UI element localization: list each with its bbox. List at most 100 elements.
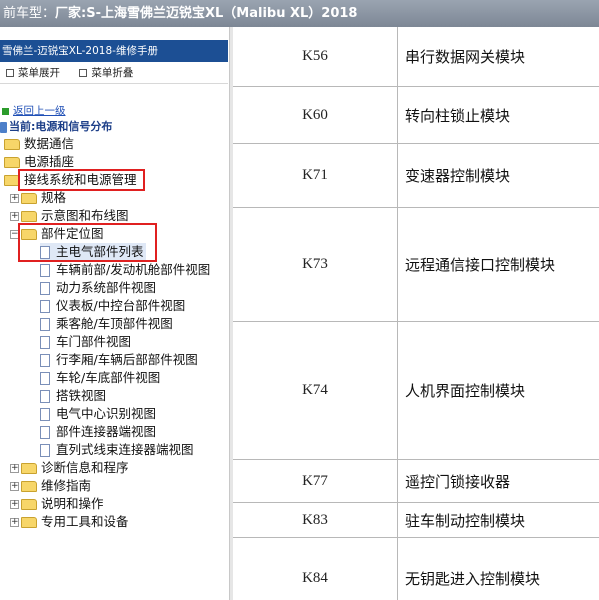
- component-name: 变速器控制模块: [405, 167, 511, 185]
- expand-plus-icon[interactable]: +: [10, 518, 19, 527]
- tree-item-powertrain-views[interactable]: 动力系统部件视图: [40, 279, 156, 297]
- tree-item-ground-views[interactable]: 搭铁视图: [40, 387, 106, 405]
- tree-item-connector-end-views[interactable]: 部件连接器端视图: [40, 423, 156, 441]
- document-icon: [40, 246, 50, 259]
- navigation-sidebar: 雪佛兰-迈锐宝XL-2018-维修手册 菜单展开 菜单折叠 返回上一级 当前:电…: [0, 40, 228, 600]
- tree-item-wheel-underbody-views[interactable]: 车轮/车底部件视图: [40, 369, 160, 387]
- tree-item-wiring-power-management[interactable]: 接线系统和电源管理: [4, 171, 137, 189]
- component-name: 驻车制动控制模块: [405, 511, 526, 530]
- back-link-label: 返回上一级: [13, 105, 66, 117]
- component-code: K77: [233, 460, 398, 502]
- document-icon: [40, 336, 50, 349]
- table-row: K73 远程通信接口控制模块: [233, 208, 599, 322]
- tree-item-trunk-rear-views[interactable]: 行李厢/车辆后部部件视图: [40, 351, 198, 369]
- tree-item-label: 维修指南: [41, 478, 92, 493]
- tree-item-special-tools[interactable]: + 专用工具和设备: [10, 513, 129, 531]
- vehicle-value: 厂家:S-上海雪佛兰迈锐宝XL（Malibu XL）2018: [55, 6, 358, 21]
- tree-item-label: 仪表板/中控台部件视图: [56, 298, 186, 313]
- component-code: K74: [233, 322, 398, 459]
- arrow-up-icon: [2, 107, 9, 115]
- expand-plus-icon[interactable]: +: [10, 500, 19, 509]
- tree-item-label: 行李厢/车辆后部部件视图: [56, 352, 198, 367]
- folder-icon: [21, 499, 37, 510]
- table-row: K60 转向柱锁止模块: [233, 87, 599, 144]
- expand-plus-icon[interactable]: +: [10, 482, 19, 491]
- tree-item-label: 动力系统部件视图: [56, 280, 157, 295]
- document-icon: [40, 426, 50, 439]
- table-row: K77 遥控门锁接收器: [233, 460, 599, 503]
- document-icon: [40, 390, 50, 403]
- expand-menu-button[interactable]: 菜单展开: [6, 67, 68, 79]
- expand-menu-label: 菜单展开: [18, 67, 60, 79]
- table-row: K71 变速器控制模块: [233, 144, 599, 208]
- tree-item-label: 专用工具和设备: [41, 514, 129, 529]
- collapse-minus-icon[interactable]: −: [10, 230, 19, 239]
- tree-item-label: 乘客舱/车顶部件视图: [56, 316, 173, 331]
- component-name: 串行数据网关模块: [405, 48, 526, 66]
- document-icon: [40, 264, 50, 277]
- tree-item-schematics[interactable]: + 示意图和布线图: [10, 207, 129, 225]
- tree-item-electrical-center-views[interactable]: 电气中心识别视图: [40, 405, 156, 423]
- tree-item-description-operation[interactable]: + 说明和操作: [10, 495, 104, 513]
- tree-item-label: 部件定位图: [41, 226, 104, 241]
- expand-plus-icon[interactable]: +: [10, 212, 19, 221]
- tree-item-repair-guide[interactable]: + 维修指南: [10, 477, 91, 495]
- folder-open-icon: [21, 229, 37, 240]
- component-table: K56 串行数据网关模块 K60 转向柱锁止模块 K71 变速器控制模块 K73…: [233, 27, 599, 600]
- document-icon: [40, 318, 50, 331]
- book-icon: [0, 121, 7, 133]
- tree-item-instrument-panel-views[interactable]: 仪表板/中控台部件视图: [40, 297, 185, 315]
- tree-item-diagnostics[interactable]: + 诊断信息和程序: [10, 459, 129, 477]
- vehicle-title-bar: 前车型：厂家:S-上海雪佛兰迈锐宝XL（Malibu XL）2018: [0, 0, 599, 27]
- tree-item-label: 车辆前部/发动机舱部件视图: [56, 262, 211, 277]
- tree-item-label: 电源插座: [24, 154, 75, 169]
- document-icon: [40, 444, 50, 457]
- current-location-label: 当前:电源和信号分布: [9, 120, 113, 133]
- component-code: K71: [233, 144, 398, 207]
- component-code: K83: [233, 503, 398, 537]
- tree-item-label: 接线系统和电源管理: [24, 172, 137, 187]
- collapse-menu-label: 菜单折叠: [91, 67, 134, 79]
- document-icon: [40, 300, 50, 313]
- tree-item-front-engine-views[interactable]: 车辆前部/发动机舱部件视图: [40, 261, 210, 279]
- tree-item-label: 规格: [41, 190, 67, 205]
- vehicle-label: 前车型：: [3, 6, 56, 21]
- tree-item-data-communication[interactable]: 数据通信: [4, 135, 74, 153]
- collapse-menu-button[interactable]: 菜单折叠: [79, 67, 141, 79]
- tree-item-power-outlets[interactable]: 电源插座: [4, 153, 74, 171]
- tree-item-label: 电气中心识别视图: [56, 406, 157, 421]
- manual-header: 雪佛兰-迈锐宝XL-2018-维修手册: [0, 40, 228, 62]
- table-row: K84 无钥匙进入控制模块: [233, 538, 599, 600]
- tree-item-component-locator[interactable]: − 部件定位图: [10, 225, 104, 243]
- tree-item-label: 诊断信息和程序: [41, 460, 129, 475]
- tree-item-label: 搭铁视图: [56, 388, 107, 403]
- folder-icon: [21, 193, 37, 204]
- back-link[interactable]: 返回上一级: [2, 103, 66, 118]
- expand-plus-icon[interactable]: +: [10, 464, 19, 473]
- tree-item-label: 车门部件视图: [56, 334, 132, 349]
- tree-item-label: 部件连接器端视图: [56, 424, 157, 439]
- tree-item-door-views[interactable]: 车门部件视图: [40, 333, 131, 351]
- folder-icon: [21, 211, 37, 222]
- folder-icon: [21, 481, 37, 492]
- tree-item-master-component-list[interactable]: 主电气部件列表: [40, 243, 146, 261]
- table-row: K83 驻车制动控制模块: [233, 503, 599, 538]
- component-name: 无钥匙进入控制模块: [405, 569, 541, 588]
- tree-item-inline-connector-views[interactable]: 直列式线束连接器端视图: [40, 441, 194, 459]
- component-code: K73: [233, 208, 398, 321]
- tree-item-passenger-roof-views[interactable]: 乘客舱/车顶部件视图: [40, 315, 173, 333]
- tree-item-label: 数据通信: [24, 136, 75, 151]
- component-name: 远程通信接口控制模块: [405, 256, 556, 274]
- document-icon: [40, 372, 50, 385]
- component-name: 转向柱锁止模块: [405, 106, 511, 125]
- document-icon: [40, 282, 50, 295]
- tree-item-specifications[interactable]: + 规格: [10, 189, 66, 207]
- tree-item-label: 主电气部件列表: [56, 244, 144, 259]
- component-code: K56: [233, 27, 398, 86]
- tree-item-label: 车轮/车底部件视图: [56, 370, 161, 385]
- tree-item-label: 说明和操作: [41, 496, 104, 511]
- component-name: 人机界面控制模块: [405, 382, 526, 400]
- document-icon: [40, 354, 50, 367]
- expand-plus-icon[interactable]: +: [10, 194, 19, 203]
- current-location: 当前:电源和信号分布: [0, 118, 112, 134]
